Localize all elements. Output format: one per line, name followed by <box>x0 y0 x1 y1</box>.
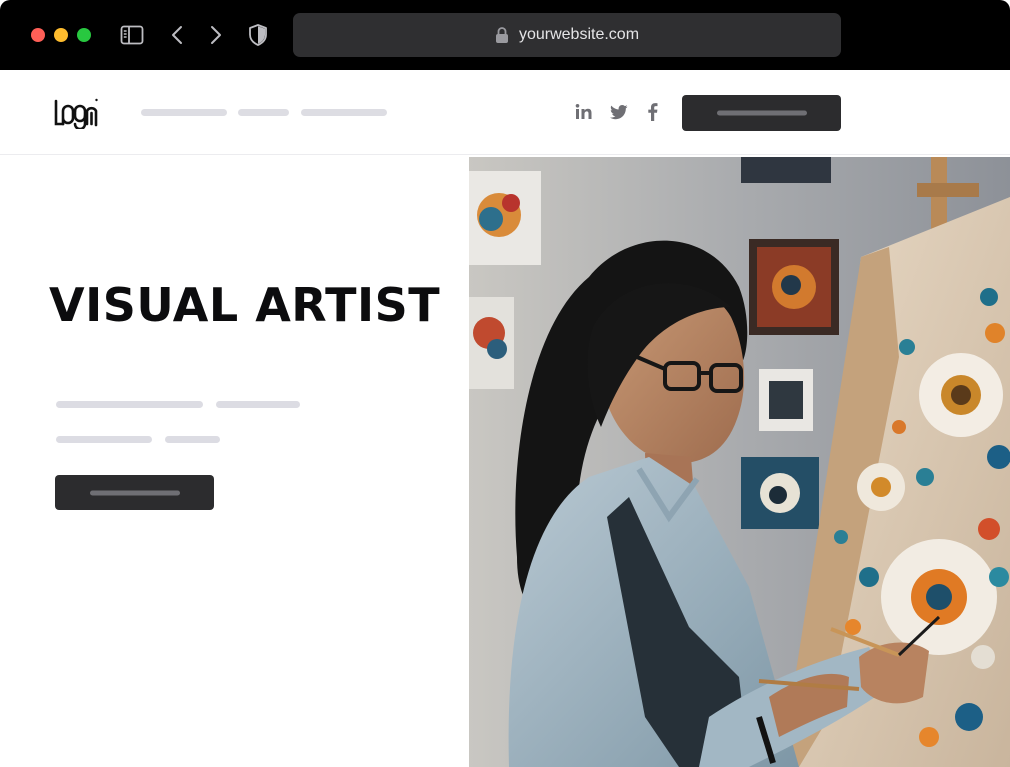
close-window-button[interactable] <box>31 28 45 42</box>
minimize-window-button[interactable] <box>54 28 68 42</box>
shield-icon[interactable] <box>245 22 271 48</box>
hero-cta-button[interactable] <box>55 475 214 510</box>
nav-link-placeholder[interactable] <box>141 109 227 116</box>
url-text: yourwebsite.com <box>518 26 640 43</box>
hero-image <box>469 157 1010 767</box>
facebook-icon[interactable] <box>643 102 663 122</box>
logo[interactable] <box>54 97 98 129</box>
twitter-icon[interactable] <box>609 102 629 122</box>
header-cta-button[interactable] <box>682 95 841 131</box>
nav-link-placeholder[interactable] <box>301 109 387 116</box>
text-line-placeholder <box>56 401 203 408</box>
text-line-placeholder <box>216 401 300 408</box>
linkedin-icon[interactable] <box>574 102 594 122</box>
maximize-window-button[interactable] <box>77 28 91 42</box>
hero-title: VISUAL ARTIST <box>49 278 441 332</box>
button-label-placeholder <box>89 490 180 495</box>
lock-icon <box>495 27 508 43</box>
text-line-placeholder <box>56 436 152 443</box>
text-line-placeholder <box>165 436 220 443</box>
chevron-right-icon[interactable] <box>203 22 229 48</box>
nav-link-placeholder[interactable] <box>238 109 289 116</box>
sidebar-icon[interactable] <box>119 22 145 48</box>
browser-toolbar: yourwebsite.com <box>0 0 1010 70</box>
site-header <box>0 70 1010 155</box>
address-bar[interactable]: yourwebsite.com <box>293 13 841 57</box>
chevron-left-icon[interactable] <box>164 22 190 48</box>
button-label-placeholder <box>716 110 807 116</box>
